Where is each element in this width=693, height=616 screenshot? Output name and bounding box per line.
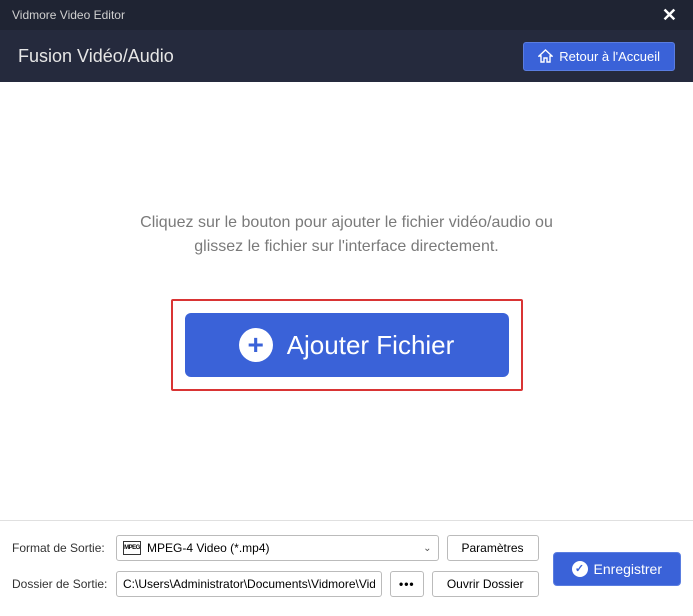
folder-row: Dossier de Sortie: ••• Ouvrir Dossier	[12, 571, 539, 597]
save-button-label: Enregistrer	[594, 561, 662, 577]
main-drop-area[interactable]: Cliquez sur le bouton pour ajouter le fi…	[0, 82, 693, 520]
titlebar: Vidmore Video Editor ✕	[0, 0, 693, 30]
browse-button[interactable]: •••	[390, 571, 424, 597]
mpeg-icon: MPEG	[123, 541, 141, 555]
settings-button[interactable]: Paramètres	[447, 535, 539, 561]
format-label: Format de Sortie:	[12, 541, 108, 555]
home-button[interactable]: Retour à l'Accueil	[523, 42, 675, 71]
format-row: Format de Sortie: MPEG MPEG-4 Video (*.m…	[12, 535, 539, 561]
plus-icon: +	[239, 328, 273, 362]
folder-label: Dossier de Sortie:	[12, 577, 108, 591]
chevron-down-icon: ⌄	[423, 543, 431, 554]
header-bar: Fusion Vidéo/Audio Retour à l'Accueil	[0, 30, 693, 82]
page-title: Fusion Vidéo/Audio	[18, 46, 174, 67]
home-button-label: Retour à l'Accueil	[559, 49, 660, 64]
app-name: Vidmore Video Editor	[12, 8, 125, 22]
format-select[interactable]: MPEG MPEG-4 Video (*.mp4) ⌄	[116, 535, 439, 561]
open-folder-button[interactable]: Ouvrir Dossier	[432, 571, 539, 597]
check-icon: ✓	[572, 561, 588, 577]
close-icon[interactable]: ✕	[658, 5, 681, 26]
bottom-panel: Format de Sortie: MPEG MPEG-4 Video (*.m…	[0, 520, 693, 616]
folder-input[interactable]	[116, 571, 382, 597]
add-file-label: Ajouter Fichier	[287, 330, 455, 361]
instruction-text: Cliquez sur le bouton pour ajouter le fi…	[137, 211, 557, 259]
save-button[interactable]: ✓ Enregistrer	[553, 552, 681, 586]
format-value: MPEG-4 Video (*.mp4)	[147, 541, 270, 555]
home-icon	[538, 49, 553, 63]
output-controls: Format de Sortie: MPEG MPEG-4 Video (*.m…	[12, 535, 539, 602]
add-file-highlight-frame: + Ajouter Fichier	[171, 299, 523, 391]
add-file-button[interactable]: + Ajouter Fichier	[185, 313, 509, 377]
